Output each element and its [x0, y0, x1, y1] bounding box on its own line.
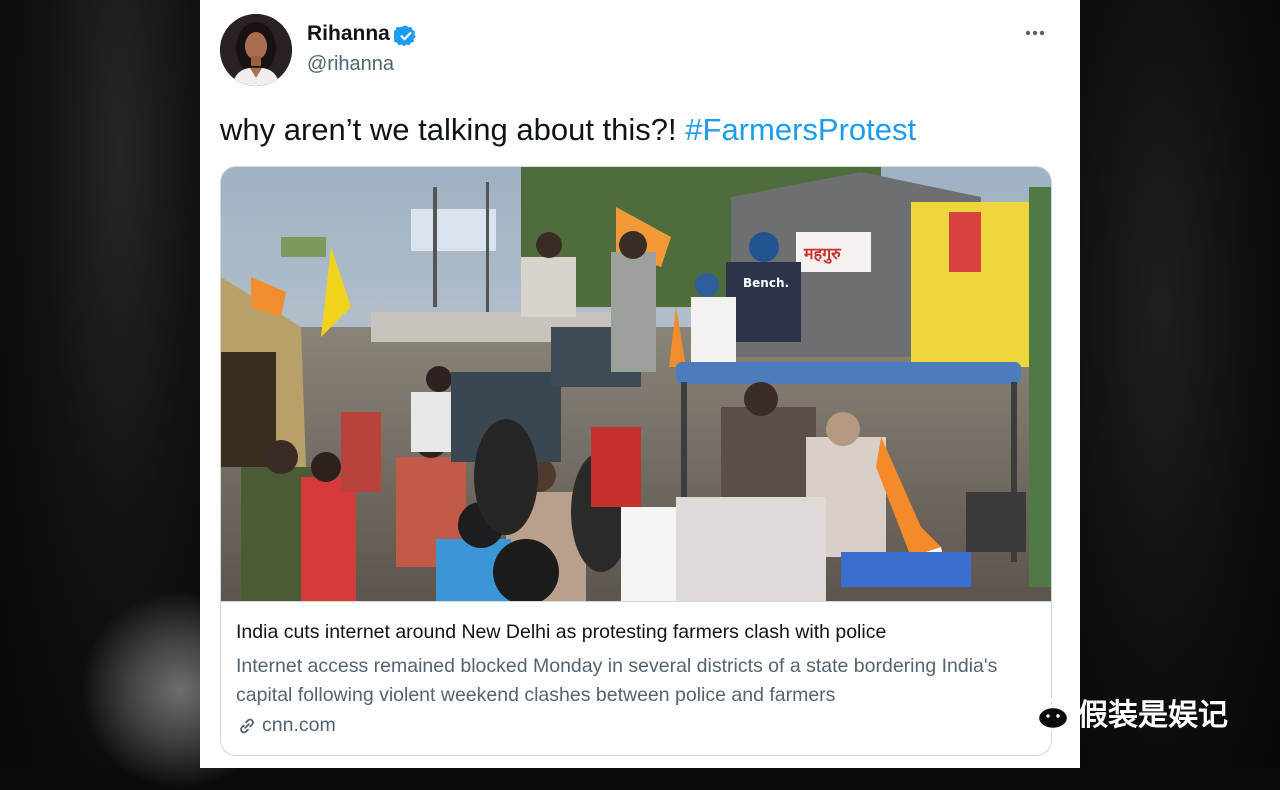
link-icon: [240, 718, 254, 733]
author-handle[interactable]: @rihanna: [307, 53, 394, 76]
card-headline[interactable]: India cuts internet around New Delhi as …: [236, 621, 886, 644]
right-backdrop: [1080, 0, 1280, 768]
card-divider: [221, 601, 1051, 602]
wechat-icon: [1018, 693, 1070, 731]
avatar-portrait: [220, 14, 292, 86]
author-avatar[interactable]: [220, 14, 292, 86]
link-preview-card[interactable]: महगुरु Bench. India cuts internet around…: [220, 166, 1052, 756]
author-name[interactable]: Rihanna: [307, 22, 390, 46]
watermark-text: 假装是娱记: [1078, 699, 1228, 732]
card-domain[interactable]: cnn.com: [236, 714, 336, 737]
card-image[interactable]: महगुरु Bench.: [221, 167, 1051, 601]
more-icon[interactable]: [1020, 20, 1050, 46]
hashtag-link[interactable]: #FarmersProtest: [685, 112, 916, 147]
tweet-text-body: why aren’t we talking about this?!: [220, 112, 686, 147]
tweet-card: Rihanna @rihanna why aren’t we talking a…: [200, 0, 1080, 768]
shirt-logo-text: Bench.: [743, 276, 789, 290]
verified-badge-icon: [394, 25, 416, 47]
card-description: Internet access remained blocked Monday …: [236, 655, 998, 706]
card-domain-text: cnn.com: [262, 714, 336, 736]
shop-sign-text: महगुरु: [803, 244, 842, 264]
watermark: 假装是娱记: [1018, 690, 1228, 734]
tweet-text: why aren’t we talking about this?! #Farm…: [220, 112, 916, 148]
